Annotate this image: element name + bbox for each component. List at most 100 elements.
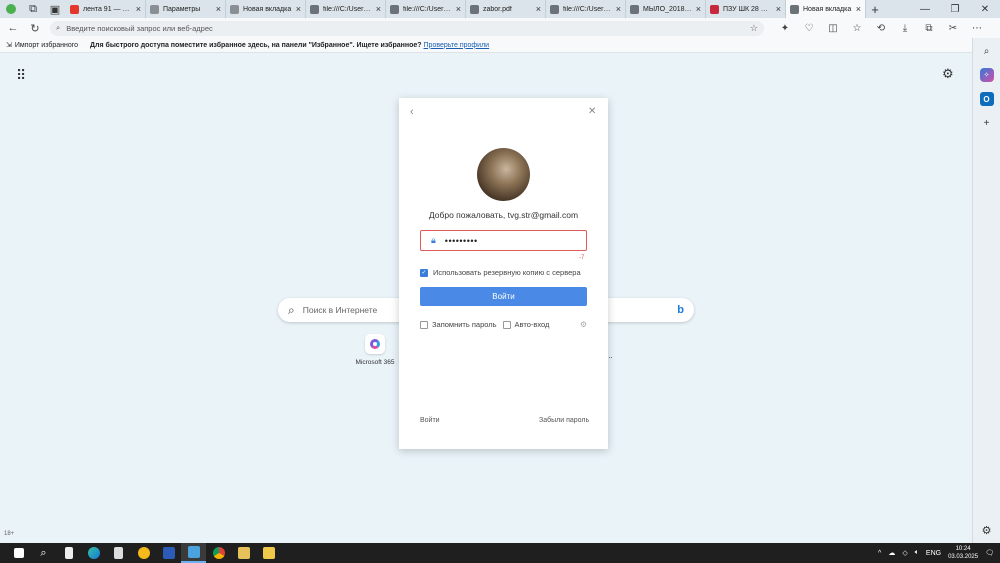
windows-start-icon[interactable] [6, 543, 31, 563]
windows-taskbar: ⌕ ^ ☁ ◇ 🔈︎ ENG 10:24 03.03.2025 🗨︎ [0, 543, 1000, 563]
tab-title: zabor.pdf [483, 5, 512, 13]
browser-tab[interactable]: zabor.pdf × [466, 0, 546, 18]
remember-password-option[interactable]: Запомнить пароль [420, 320, 497, 329]
collections-icon[interactable]: ⧉ [922, 23, 936, 34]
screenshot-icon[interactable]: ✂ [946, 23, 960, 34]
password-field[interactable]: 🔒︎ ••••••••• [420, 230, 587, 251]
address-bar[interactable]: ⌕ Введите поисковый запрос или веб-адрес… [50, 20, 764, 36]
refresh-icon[interactable]: ↻ [28, 22, 42, 35]
history-icon[interactable]: ⟲ [874, 23, 888, 34]
outlook-icon[interactable]: O [979, 92, 994, 106]
import-favorites-label: Импорт избранного [14, 41, 79, 49]
network-icon[interactable]: ◇ [902, 549, 907, 557]
add-sidebar-app-icon[interactable]: + [980, 116, 994, 130]
tab-title: ПЗУ ШК 28 ВАР 1 [723, 5, 772, 13]
tab-title: МЫЛО_2018.pdf [643, 5, 692, 13]
search-sidebar-icon[interactable]: ⌕ [980, 44, 994, 58]
tab-favicon-icon [550, 4, 559, 14]
language-indicator[interactable]: ENG [926, 550, 941, 557]
browser-tab[interactable]: file:///C:/Users/KAP × [546, 0, 626, 18]
tab-close-icon[interactable]: × [376, 4, 381, 14]
workspaces-icon[interactable]: ⧉ [22, 0, 44, 18]
browser-tab[interactable]: лента 91 — Яндекс × [66, 0, 146, 18]
word-icon[interactable] [156, 543, 181, 563]
bing-icon[interactable]: b [677, 304, 684, 316]
close-window-icon[interactable]: ✕ [970, 4, 1000, 15]
remember-password-checkbox[interactable] [420, 320, 428, 329]
error-code: -7 [579, 255, 585, 261]
document-icon[interactable] [106, 543, 131, 563]
close-icon[interactable]: ✕ [588, 106, 596, 117]
notifications-icon[interactable]: 🗨︎ [985, 549, 994, 557]
backup-option[interactable]: ✓ Использовать резервную копию с сервера [420, 268, 581, 277]
archive-icon[interactable] [231, 543, 256, 563]
browser-tab[interactable]: file:///C:/Users/KAP × [386, 0, 466, 18]
downloads-icon[interactable]: ⤓ [898, 23, 912, 34]
gallery-icon[interactable] [256, 543, 281, 563]
browser-tab[interactable]: file:///C:/Users/KAP × [306, 0, 386, 18]
app-icon[interactable] [181, 543, 206, 563]
app-launcher-icon[interactable]: ⠿ [16, 67, 26, 84]
import-favorites-button[interactable]: ⇲ Импорт избранного [6, 41, 79, 50]
login-settings-icon[interactable]: ⚙ [580, 320, 587, 329]
search-icon: ⌕ [56, 23, 61, 32]
quick-link-label: Microsoft 365 [355, 359, 395, 366]
tab-close-icon[interactable]: × [776, 4, 781, 14]
forgot-password-link[interactable]: Забыли пароль [539, 417, 589, 424]
browser-essentials-icon[interactable]: ♡ [802, 23, 816, 34]
tab-favicon-icon [790, 4, 799, 14]
tab-close-icon[interactable]: × [216, 4, 221, 14]
check-profiles-link[interactable]: Проверьте профили [424, 42, 490, 49]
favorites-bar: ⇲ Импорт избранного Для быстрого доступа… [0, 38, 972, 53]
tab-close-icon[interactable]: × [296, 4, 301, 14]
favorites-hint-text: Для быстрого доступа поместите избранное… [90, 41, 422, 49]
search-icon[interactable]: ⌕ [31, 543, 56, 563]
cloud-icon[interactable]: ☁ [888, 549, 895, 557]
browser-tab[interactable]: Новая вкладка × [786, 0, 866, 18]
weather-icon[interactable] [131, 543, 156, 563]
tab-favicon-icon [150, 4, 159, 14]
backup-checkbox[interactable]: ✓ [420, 268, 428, 277]
tab-close-icon[interactable]: × [536, 4, 541, 14]
welcome-text: Добро пожаловать, tvg.str@gmail.com [428, 210, 579, 220]
browser-tab[interactable]: ПЗУ ШК 28 ВАР 1 × [706, 0, 786, 18]
maximize-icon[interactable]: ❐ [940, 4, 970, 15]
tab-close-icon[interactable]: × [616, 4, 621, 14]
browser-tab[interactable]: Параметры × [146, 0, 226, 18]
chrome-icon[interactable] [206, 543, 231, 563]
split-screen-icon[interactable]: ◫ [826, 23, 840, 34]
extension-icon[interactable]: ✦ [778, 23, 792, 34]
chevron-up-icon[interactable]: ^ [878, 550, 881, 557]
volume-icon[interactable]: 🔈︎ [915, 549, 919, 557]
page-settings-icon[interactable]: ⚙ [942, 66, 954, 82]
tab-close-icon[interactable]: × [136, 4, 141, 14]
back-arrow-icon[interactable]: ‹ [410, 106, 414, 118]
tab-actions-icon[interactable]: ▣ [44, 0, 66, 18]
minimize-icon[interactable]: — [910, 4, 940, 15]
search-icon: ⌕ [288, 302, 295, 317]
tab-close-icon[interactable]: × [696, 4, 701, 14]
clock[interactable]: 10:24 03.03.2025 [948, 545, 978, 561]
edge-icon[interactable] [81, 543, 106, 563]
browser-tab[interactable]: МЫЛО_2018.pdf × [626, 0, 706, 18]
file-icon[interactable] [56, 543, 81, 563]
quick-link-microsoft-365[interactable]: Microsoft 365 [353, 334, 397, 366]
favorites-icon[interactable]: ☆ [850, 23, 864, 34]
back-icon[interactable]: ← [6, 22, 20, 34]
sidebar-settings-icon[interactable]: ⚙ [982, 524, 992, 537]
tab-close-icon[interactable]: × [456, 4, 461, 14]
login-button[interactable]: Войти [420, 287, 587, 306]
favorite-star-icon[interactable]: ☆ [750, 23, 758, 34]
auto-login-option[interactable]: Авто-вход [502, 320, 549, 329]
profile-icon[interactable] [0, 0, 22, 18]
tab-close-icon[interactable]: × [856, 4, 861, 14]
tab-favicon-icon [710, 4, 719, 14]
more-menu-icon[interactable]: ⋯ [970, 23, 984, 34]
browser-tab[interactable]: Новая вкладка × [226, 0, 306, 18]
auto-login-checkbox[interactable] [502, 320, 511, 329]
tab-favicon-icon [70, 4, 79, 14]
favorites-hint: Для быстрого доступа поместите избранное… [90, 42, 489, 49]
new-tab-button[interactable]: + [866, 2, 884, 17]
footer-login-link[interactable]: Войти [420, 417, 440, 424]
copilot-icon[interactable]: ✧ [979, 68, 994, 82]
